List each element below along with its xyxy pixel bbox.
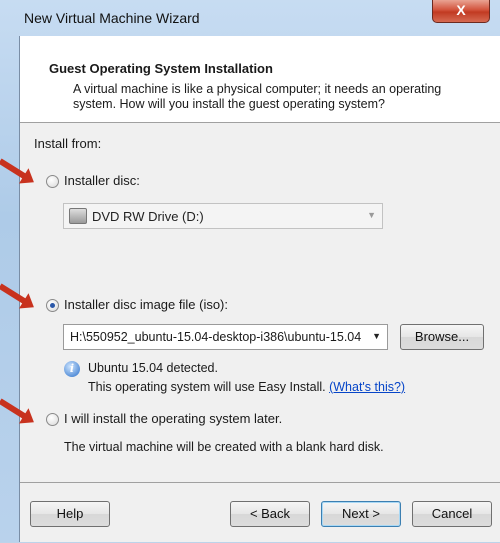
iso-path-combo[interactable]: H:\550952_ubuntu-15.04-desktop-i386\ubun… <box>63 324 388 350</box>
detected-text: Ubuntu 15.04 detected. <box>88 361 218 375</box>
later-note: The virtual machine will be created with… <box>64 440 384 454</box>
back-button[interactable]: < Back <box>230 501 310 527</box>
disc-drive-value: DVD RW Drive (D:) <box>92 209 204 224</box>
chevron-down-icon: ▼ <box>367 210 376 220</box>
page-description: A virtual machine is like a physical com… <box>73 82 442 111</box>
disc-drive-select[interactable]: DVD RW Drive (D:) ▼ <box>63 203 383 229</box>
installer-disc-radio[interactable] <box>46 175 59 188</box>
install-from-label: Install from: <box>34 136 102 151</box>
wizard-header: Guest Operating System Installation A vi… <box>20 36 500 123</box>
iso-image-label[interactable]: Installer disc image file (iso): <box>64 297 228 312</box>
installer-disc-label[interactable]: Installer disc: <box>64 173 140 188</box>
help-button[interactable]: Help <box>30 501 110 527</box>
cancel-button[interactable]: Cancel <box>412 501 492 527</box>
iso-path-value: H:\550952_ubuntu-15.04-desktop-i386\ubun… <box>70 330 362 344</box>
chevron-down-icon[interactable]: ▼ <box>372 331 381 341</box>
browse-button[interactable]: Browse... <box>400 324 484 350</box>
title-bar[interactable]: New Virtual Machine Wizard X <box>0 0 500 36</box>
wizard-footer: Help < Back Next > Cancel <box>20 482 500 543</box>
page-title: Guest Operating System Installation <box>49 61 273 76</box>
window-frame: New Virtual Machine Wizard X Guest Opera… <box>0 0 500 542</box>
easy-install-line: This operating system will use Easy Inst… <box>88 380 405 394</box>
install-later-label[interactable]: I will install the operating system late… <box>64 411 282 426</box>
close-icon: X <box>456 2 466 18</box>
window-title: New Virtual Machine Wizard <box>24 10 200 26</box>
wizard-body: Guest Operating System Installation A vi… <box>19 36 500 542</box>
easy-install-text: This operating system will use Easy Inst… <box>88 380 326 394</box>
close-button[interactable]: X <box>432 0 490 23</box>
whats-this-link[interactable]: (What's this?) <box>329 380 405 394</box>
dvd-drive-icon <box>69 208 87 224</box>
iso-image-radio[interactable] <box>46 299 59 312</box>
install-later-radio[interactable] <box>46 413 59 426</box>
info-icon: i <box>64 361 80 377</box>
next-button[interactable]: Next > <box>321 501 401 527</box>
